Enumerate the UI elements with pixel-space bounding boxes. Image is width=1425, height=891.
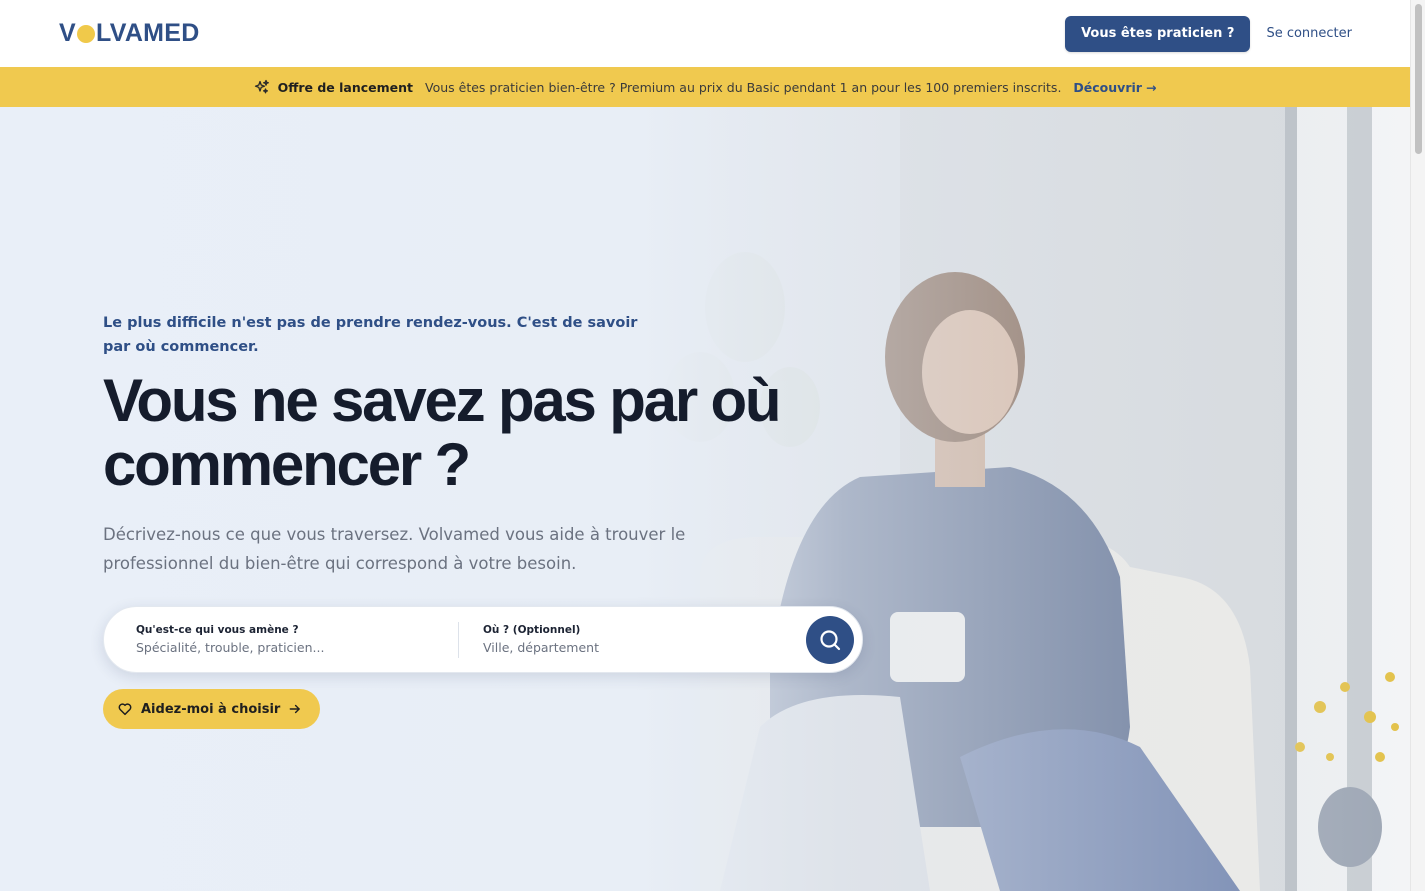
- sparkles-icon: [254, 79, 270, 95]
- where-input[interactable]: [483, 640, 806, 655]
- hero-kicker: Le plus difficile n'est pas de prendre r…: [103, 315, 638, 355]
- hero-headline: Vous ne savez pas par où commencer ?: [103, 367, 782, 498]
- where-field-label: Où ? (Optionnel): [483, 624, 581, 636]
- arrow-right-icon: [289, 704, 301, 714]
- logo-text-start: V: [59, 19, 76, 47]
- hero-section: Le plus difficile n'est pas de prendre r…: [0, 107, 1410, 891]
- offer-text: Vous êtes praticien bien-être ? Premium …: [425, 79, 1062, 95]
- search-bar: Qu'est-ce qui vous amène ? Où ? (Optionn…: [103, 606, 863, 673]
- what-field-group: Qu'est-ce qui vous amène ?: [104, 621, 459, 658]
- login-link[interactable]: Se connecter: [1266, 26, 1352, 41]
- launch-offer-banner: Offre de lancement Vous êtes praticien b…: [0, 67, 1410, 107]
- hero-subtitle: Décrivez-nous ce que vous traversez. Vol…: [103, 525, 686, 573]
- practitioner-button[interactable]: Vous êtes praticien ?: [1065, 15, 1251, 52]
- what-input[interactable]: [136, 640, 458, 655]
- site-header: V LVAMED Vous êtes praticien ? Se connec…: [0, 0, 1410, 67]
- volvamed-logo[interactable]: V LVAMED: [59, 19, 200, 48]
- discover-link-label: Découvrir: [1073, 79, 1142, 95]
- search-icon: [820, 629, 841, 650]
- logo-sun-icon: [76, 24, 95, 43]
- hero-background-image: [0, 107, 1410, 891]
- discover-link[interactable]: Découvrir →: [1073, 80, 1156, 95]
- offer-title: Offre de lancement: [277, 79, 413, 95]
- where-field-group: Où ? (Optionnel): [459, 607, 806, 672]
- what-field-label: Qu'est-ce qui vous amène ?: [136, 624, 299, 636]
- search-button[interactable]: [806, 615, 854, 664]
- scrollbar-thumb[interactable]: [1415, 4, 1422, 154]
- heart-icon: [118, 703, 132, 716]
- header-actions: Vous êtes praticien ? Se connecter: [1065, 15, 1352, 52]
- logo-text-end: LVAMED: [95, 19, 200, 47]
- help-me-choose-button[interactable]: Aidez-moi à choisir: [103, 689, 321, 729]
- page-scrollbar[interactable]: [1410, 0, 1425, 891]
- help-button-label: Aidez-moi à choisir: [141, 701, 281, 717]
- discover-arrow-icon: →: [1145, 79, 1157, 95]
